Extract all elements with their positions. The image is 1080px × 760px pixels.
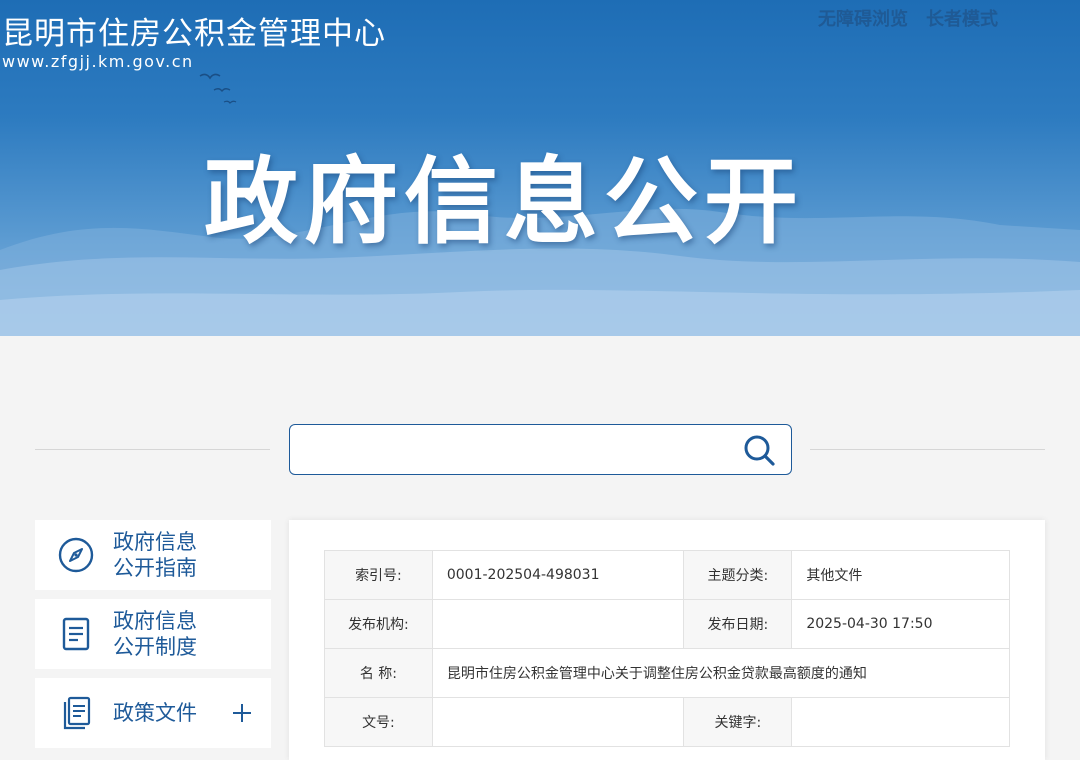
sidebar-item-label: 政策文件 [113,701,197,725]
accessibility-link[interactable]: 无障碍浏览 [818,5,908,31]
keywords-value [791,697,1010,747]
elder-mode-link[interactable]: 长者模式 [926,5,998,31]
table-row: 名 称: 昆明市住房公积金管理中心关于调整住房公积金贷款最高额度的通知 [324,648,1011,698]
site-name: 昆明市住房公积金管理中心 [2,16,386,52]
birds-icon [199,73,237,104]
publisher-label: 发布机构: [324,599,433,649]
publish-date-value: 2025-04-30 17:50 [791,599,1010,649]
doc-number-label: 文号: [324,697,433,747]
sidebar-item-label: 政府信息 公开指南 [113,530,197,580]
top-links: 无障碍浏览 长者模式 [818,5,998,31]
banner-title: 政府信息公开 [204,148,805,257]
header-banner: 昆明市住房公积金管理中心 www.zfgjj.km.gov.cn 无障碍浏览 长… [0,0,1080,336]
compass-icon [58,537,94,573]
documents-icon [63,696,91,730]
sidebar-item-policy[interactable]: 政策文件 [35,678,271,748]
content-panel: 索引号: 0001-202504-498031 主题分类: 其他文件 发布机构:… [289,520,1045,760]
plus-icon[interactable] [231,702,253,724]
category-label: 主题分类: [683,550,793,600]
keywords-label: 关键字: [683,697,793,747]
search-divider-left [35,449,270,450]
publish-date-label: 发布日期: [683,599,793,649]
site-url: www.zfgjj.km.gov.cn [2,52,194,71]
index-value: 0001-202504-498031 [431,550,685,600]
table-row: 发布机构: 发布日期: 2025-04-30 17:50 [324,599,1010,649]
category-value: 其他文件 [791,550,1010,600]
table-row: 索引号: 0001-202504-498031 主题分类: 其他文件 [324,550,1010,600]
search-input[interactable] [302,433,732,467]
document-icon [62,617,90,651]
index-label: 索引号: [324,550,433,600]
sidebar-item-system[interactable]: 政府信息 公开制度 [35,599,271,669]
doc-number-value [431,697,685,747]
name-value: 昆明市住房公积金管理中心关于调整住房公积金贷款最高额度的通知 [431,648,1011,698]
sidebar-item-label: 政府信息 公开制度 [113,609,197,659]
publisher-value [431,599,685,649]
search-divider-right [810,449,1045,450]
sidebar-item-guide[interactable]: 政府信息 公开指南 [35,520,271,590]
search-box [289,424,792,475]
table-row: 文号: 关键字: [324,697,1010,747]
meta-table: 索引号: 0001-202504-498031 主题分类: 其他文件 发布机构:… [324,550,1011,747]
name-label: 名 称: [324,648,433,698]
search-icon[interactable] [742,433,778,469]
